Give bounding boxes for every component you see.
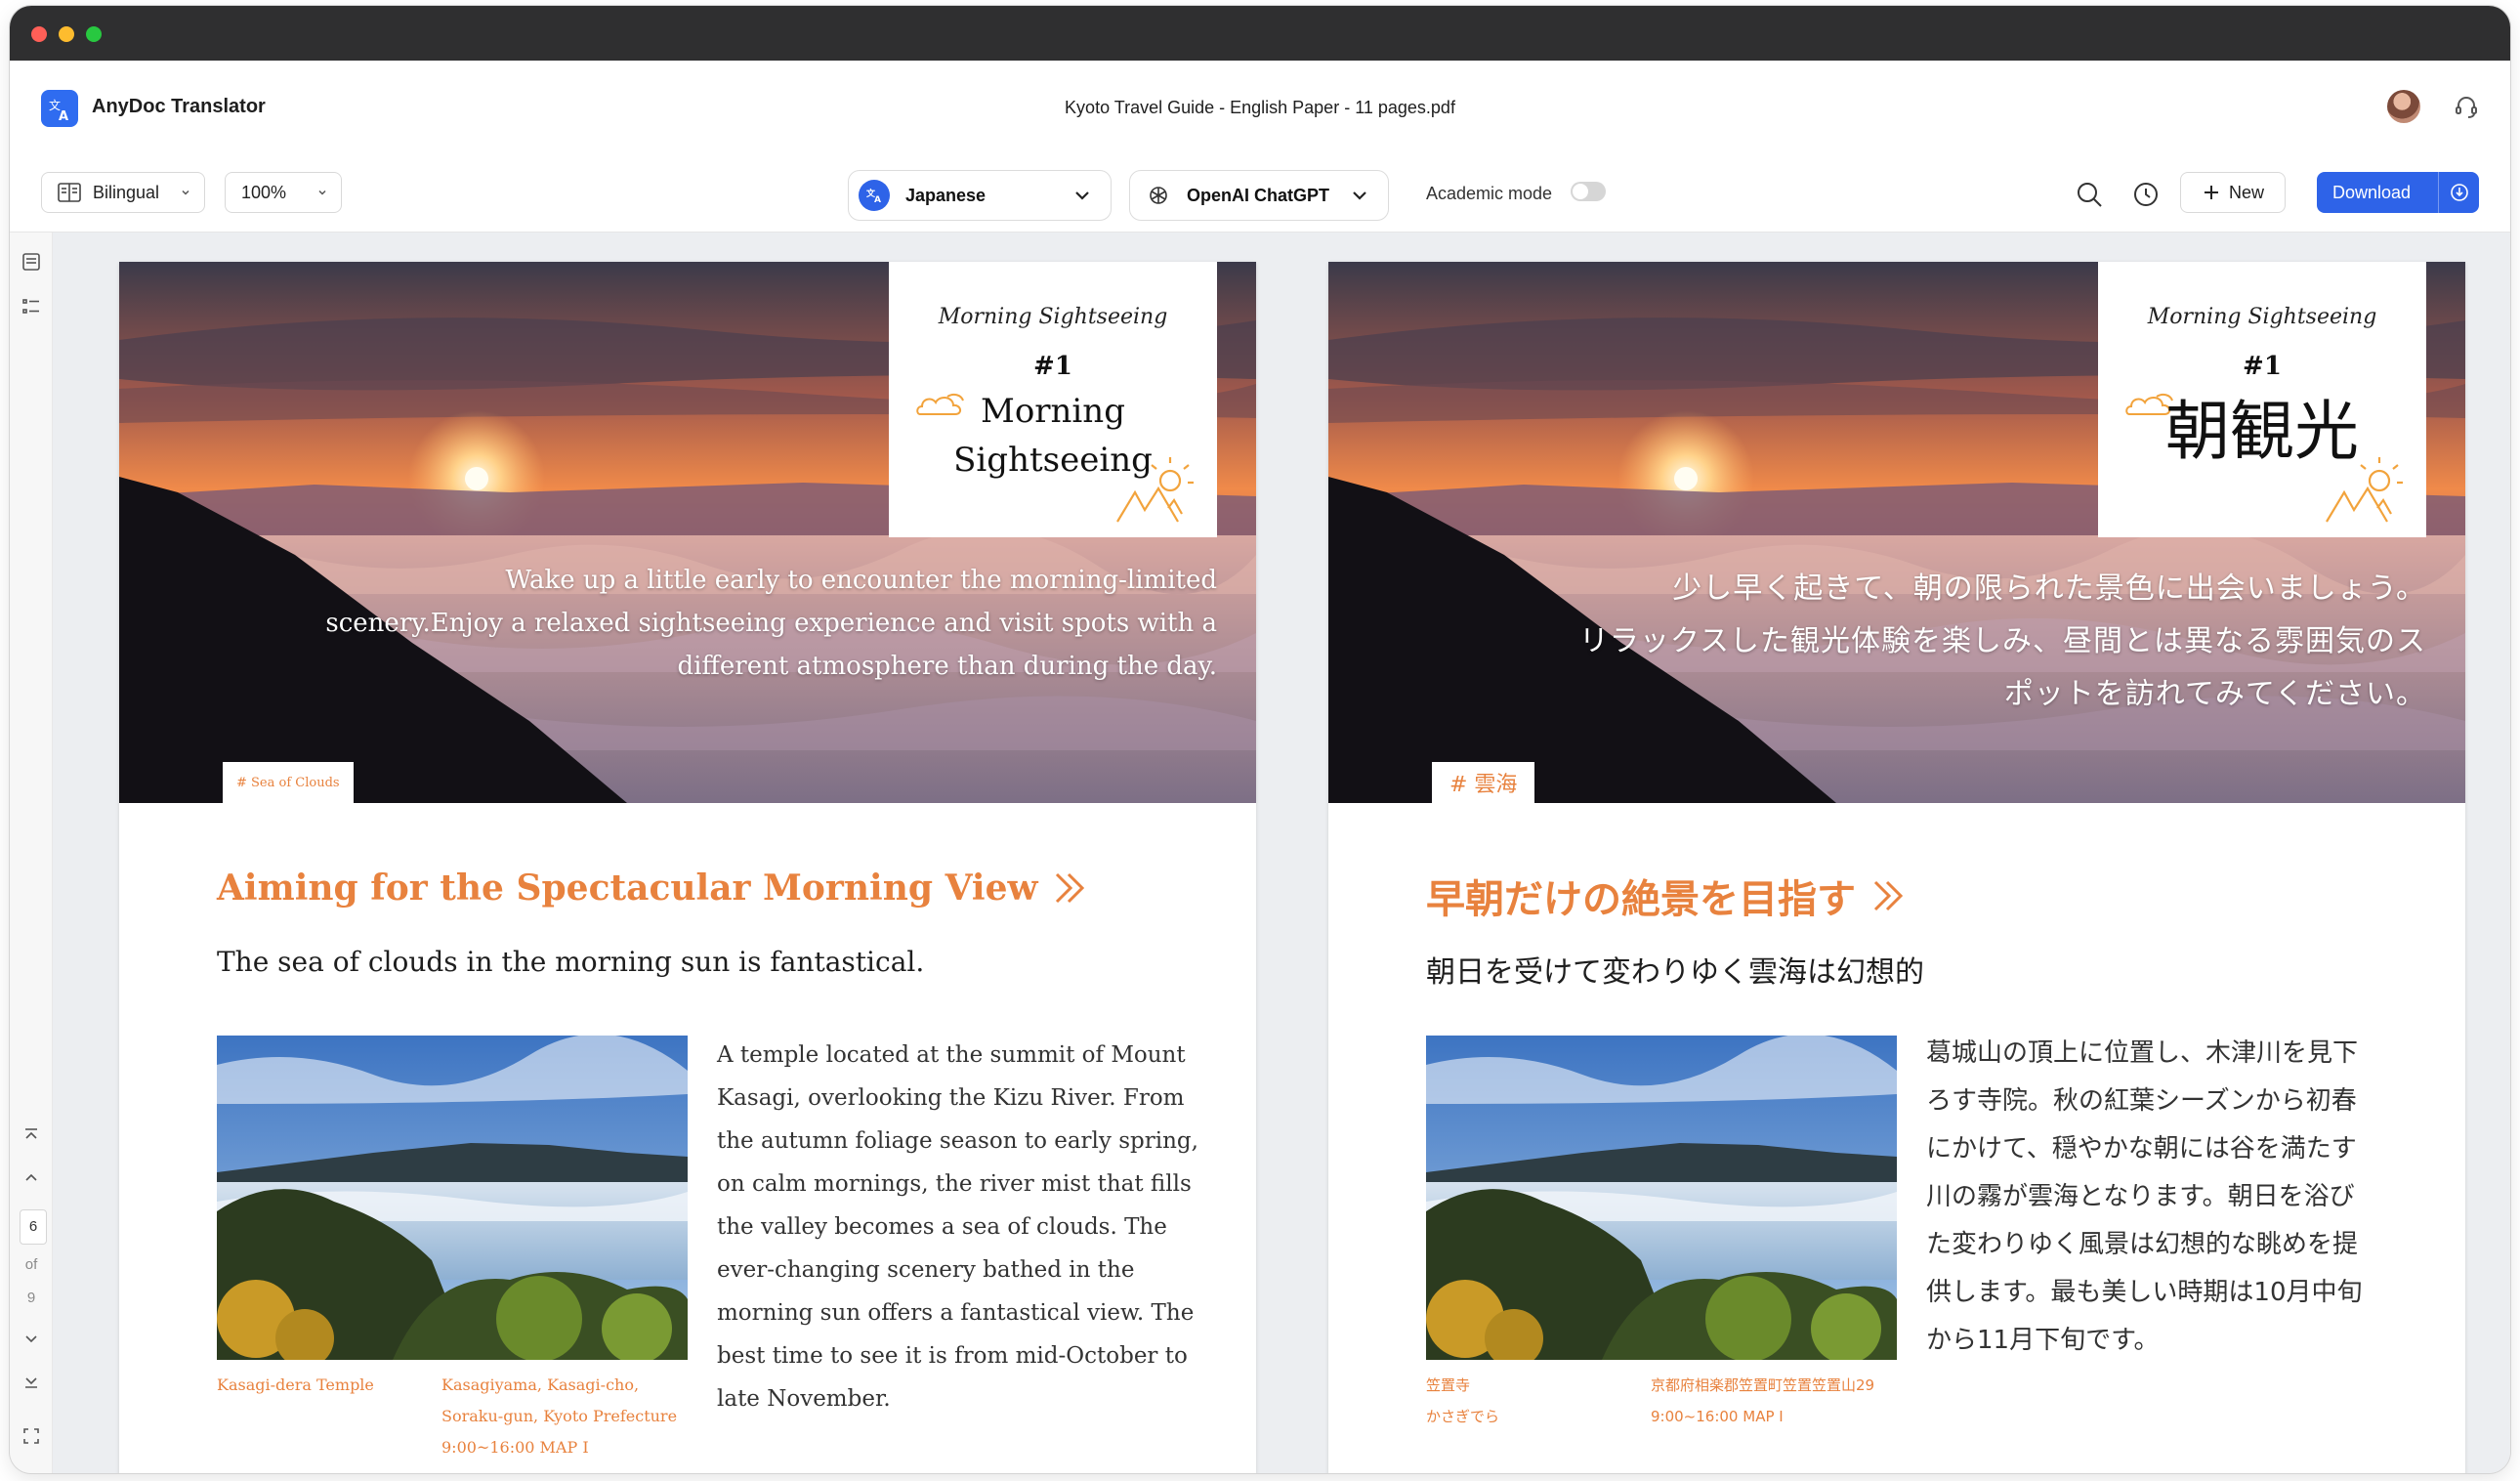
caption-line: かさぎでら <box>1426 1408 1500 1425</box>
original-page: Morning Sightseeing #1 Morning Sightseei… <box>119 262 1256 1473</box>
new-document-button[interactable]: New <box>2180 172 2286 213</box>
next-page-icon[interactable] <box>21 1329 41 1348</box>
search-icon[interactable] <box>2073 178 2106 211</box>
chevron-down-icon <box>1353 191 1366 200</box>
download-button[interactable]: Download <box>2317 172 2479 213</box>
hero-title-card: Morning Sightseeing #1 Morning Sightseei… <box>889 262 1217 537</box>
caption-place-name: 笠置寺 かさぎでら <box>1426 1370 1499 1432</box>
new-button-label: New <box>2228 182 2264 202</box>
translation-engine-select[interactable]: OpenAI ChatGPT <box>1129 170 1389 221</box>
current-page-input[interactable]: 6 <box>20 1209 47 1245</box>
document-viewer[interactable]: Morning Sightseeing #1 Morning Sightseei… <box>53 233 2510 1473</box>
translate-language-icon: 文A <box>859 180 890 211</box>
engine-label: OpenAI ChatGPT <box>1187 185 1330 205</box>
caption-line: Kasagiyama, Kasagi-cho, <box>441 1375 640 1394</box>
hero-line: scenery.Enjoy a relaxed sightseeing expe… <box>325 609 1217 638</box>
section-body: A temple located at the summit of Mount … <box>717 1042 1198 1412</box>
hero-line: Wake up a little early to encounter the … <box>505 566 1218 595</box>
download-button-label: Download <box>2332 182 2412 202</box>
fullscreen-icon[interactable] <box>21 1426 41 1446</box>
card-title-line: Morning <box>981 392 1125 431</box>
translated-page: Morning Sightseeing #1 朝観光 少し早く起きて、朝の限られ… <box>1328 262 2465 1473</box>
headset-support-icon[interactable] <box>2452 92 2481 121</box>
view-mode-select[interactable]: Bilingual <box>41 172 205 213</box>
total-pages-label: 9 <box>26 1290 36 1306</box>
section-heading: 早朝だけの絶景を目指す <box>1426 867 1909 924</box>
svg-text:A: A <box>874 195 881 204</box>
caption-line: 笠置寺 <box>1426 1376 1471 1394</box>
section-heading-text: Aiming for the Spectacular Morning View <box>217 867 1038 909</box>
maximize-window-button[interactable] <box>86 26 102 42</box>
zoom-select[interactable]: 100% <box>225 172 342 213</box>
sun-doodle-icon <box>1116 457 1194 523</box>
app-header: 文 A AnyDoc Translator Kyoto Travel Guide… <box>10 61 2510 158</box>
sun-doodle-icon <box>2326 457 2403 523</box>
section-body: 葛城山の頂上に位置し、木津川を見下 ろす寺院。秋の紅葉シーズンから初春 にかけて… <box>1926 1030 2395 1365</box>
hero-title-card: Morning Sightseeing #1 朝観光 <box>2098 262 2426 537</box>
section-tag: # Sea of Clouds <box>223 762 354 803</box>
app-window: 文 A AnyDoc Translator Kyoto Travel Guide… <box>10 6 2510 1473</box>
page-of-label: of <box>24 1256 38 1273</box>
last-page-icon[interactable] <box>21 1372 41 1391</box>
double-chevron-right-icon <box>1056 872 1085 904</box>
hero-line: 少し早く起きて、朝の限られた景色に出会いましょう。 <box>1672 571 2426 606</box>
caption-address: 京都府相楽郡笠置町笠置笠置山29 9:00~16:00 MAP I <box>1651 1370 1874 1432</box>
body-line: た変わりゆく風景は幻想的な眺めを提 <box>1926 1230 2359 1259</box>
academic-mode-label: Academic mode <box>1426 184 1553 203</box>
thumbnails-icon[interactable] <box>21 252 41 272</box>
plus-icon <box>2204 186 2218 199</box>
left-sidebar: 6 of 9 <box>10 233 53 1473</box>
chevron-down-icon <box>182 190 189 195</box>
document-title: Kyoto Travel Guide - English Paper - 11 … <box>1065 98 1455 117</box>
temple-view-photo <box>217 1036 688 1360</box>
card-script-title: Morning Sightseeing <box>938 305 1168 329</box>
toolbar: Bilingual 100% 文A Japanese OpenAI ChatGP… <box>10 158 2510 233</box>
chevron-down-icon <box>1075 191 1089 200</box>
body-line: ろす寺院。秋の紅葉シーズンから初春 <box>1926 1086 2357 1116</box>
first-page-icon[interactable] <box>21 1125 41 1145</box>
section-subheading: The sea of clouds in the morning sun is … <box>217 946 925 978</box>
double-chevron-right-icon <box>1873 880 1904 911</box>
hero-line: ポットを訪れてみてください。 <box>2003 677 2426 711</box>
section-heading-text: 早朝だけの絶景を目指す <box>1426 877 1856 922</box>
chevron-down-icon <box>318 190 326 195</box>
download-options-icon[interactable] <box>2438 172 2479 213</box>
zoom-label: 100% <box>241 182 287 202</box>
close-window-button[interactable] <box>31 26 47 42</box>
body-line: にかけて、穏やかな朝には谷を満たす <box>1926 1134 2357 1164</box>
target-language-select[interactable]: 文A Japanese <box>848 170 1112 221</box>
caption-hours: 9:00~16:00 MAP I <box>441 1438 589 1457</box>
openai-engine-icon <box>1148 185 1169 206</box>
view-mode-label: Bilingual <box>93 182 160 202</box>
body-line: 川の霧が雲海となります。朝日を浴び <box>1926 1182 2355 1211</box>
outline-list-icon[interactable] <box>21 297 41 317</box>
card-number: #1 <box>2243 352 2282 381</box>
caption-place-name: Kasagi-dera Temple <box>217 1375 374 1394</box>
previous-page-icon[interactable] <box>21 1168 41 1188</box>
academic-mode-toggle[interactable] <box>1571 182 1606 201</box>
section-subheading: 朝日を受けて変わりゆく雲海は幻想的 <box>1426 955 1924 990</box>
window-titlebar <box>10 6 2510 61</box>
body-line: から11月下旬です。 <box>1926 1326 2160 1355</box>
minimize-window-button[interactable] <box>59 26 74 42</box>
hero-line: リラックスした観光体験を楽しみ、昼間とは異なる雰囲気のス <box>1578 624 2426 658</box>
caption-line: 京都府相楽郡笠置町笠置笠置山29 <box>1651 1376 1875 1394</box>
history-clock-icon[interactable] <box>2129 178 2163 211</box>
caption-line: Soraku-gun, Kyoto Prefecture <box>441 1407 678 1425</box>
hero-line: different atmosphere than during the day… <box>677 652 1217 681</box>
user-avatar[interactable] <box>2387 90 2420 123</box>
hero-description: Wake up a little early to encounter the … <box>325 559 1217 688</box>
temple-view-photo <box>1426 1036 1897 1360</box>
section-heading: Aiming for the Spectacular Morning View <box>217 867 1090 909</box>
caption-hours: 9:00~16:00 MAP I <box>1651 1408 1784 1425</box>
card-script-title: Morning Sightseeing <box>2147 305 2377 329</box>
caption-address: Kasagiyama, Kasagi-cho, Soraku-gun, Kyot… <box>441 1370 677 1463</box>
card-number: #1 <box>1033 352 1072 381</box>
bilingual-layout-icon <box>58 183 81 202</box>
body-line: 供します。最も美しい時期は10月中旬 <box>1926 1278 2363 1307</box>
hero-description: 少し早く起きて、朝の限られた景色に出会いましょう。 リラックスした観光体験を楽し… <box>1579 563 2426 721</box>
section-tag: # 雲海 <box>1432 762 1535 803</box>
body-line: 葛城山の頂上に位置し、木津川を見下 <box>1926 1038 2359 1068</box>
target-language-label: Japanese <box>905 185 987 205</box>
